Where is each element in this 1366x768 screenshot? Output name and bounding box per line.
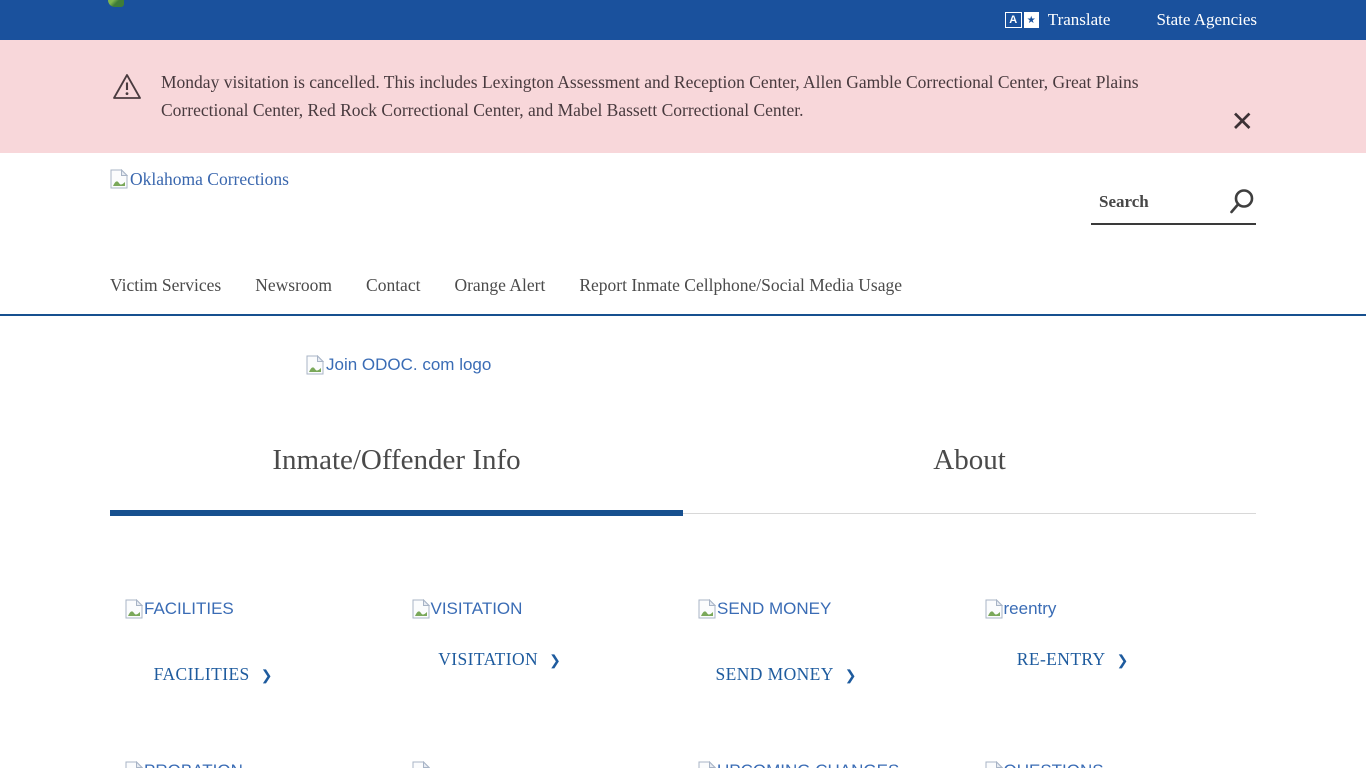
site-logo-link[interactable]: Oklahoma Corrections [110, 169, 289, 194]
nav-item-orange-alert[interactable]: Orange Alert [454, 275, 545, 296]
warning-icon [112, 73, 142, 105]
search-icon [1227, 187, 1256, 216]
nav-item-contact[interactable]: Contact [366, 275, 420, 296]
card-visitation-image-link[interactable]: VISITATION [397, 599, 684, 624]
broken-image-icon [412, 761, 430, 768]
main-navigation: Victim Services Newsroom Contact Orange … [110, 275, 902, 296]
visitation-link[interactable]: VISITATION ❯ [397, 649, 604, 670]
active-tab-indicator [110, 510, 683, 516]
state-logo-partial-icon [108, 0, 124, 7]
site-header: Oklahoma Corrections Victim Services New… [0, 153, 1366, 316]
tab-about[interactable]: About [683, 444, 1256, 510]
card-probation-parole-image-link[interactable]: PROBATION & PAROLE [110, 761, 397, 768]
broken-image-icon [125, 761, 143, 768]
translate-label: Translate [1048, 10, 1111, 30]
search-box [1091, 187, 1256, 225]
alert-message: Monday visitation is cancelled. This inc… [161, 69, 1181, 124]
card-upcoming-changes: UPCOMING CHANGES [683, 761, 970, 768]
card-probation-parole: PROBATION & PAROLE [110, 761, 397, 768]
broken-image-icon [306, 355, 324, 380]
translate-icon-letter: A [1005, 12, 1022, 28]
translate-button[interactable]: A ★ Translate [1005, 10, 1111, 30]
visitation-link-label: VISITATION [438, 649, 538, 669]
site-logo-alt-text: Oklahoma Corrections [130, 169, 289, 190]
state-agencies-link[interactable]: State Agencies [1156, 10, 1257, 30]
card-image-alt-text: VISITATION [431, 599, 523, 619]
re-entry-link[interactable]: RE-ENTRY ❯ [970, 649, 1177, 670]
alert-banner: Monday visitation is cancelled. This inc… [0, 40, 1366, 153]
broken-image-icon [698, 761, 716, 768]
broken-image-icon [698, 599, 716, 624]
join-odoc-logo-alt-text: Join ODOC. com logo [326, 355, 491, 375]
card-re-entry: reentry RE-ENTRY ❯ [970, 599, 1257, 685]
card-re-entry-image-link[interactable]: reentry [970, 599, 1257, 624]
nav-item-report-cellphone[interactable]: Report Inmate Cellphone/Social Media Usa… [579, 275, 902, 296]
facilities-link-label: FACILITIES [154, 664, 250, 684]
chevron-right-icon: ❯ [549, 654, 561, 669]
main-content: Join ODOC. com logo Inmate/Offender Info… [0, 316, 1366, 768]
card-visitation: VISITATION VISITATION ❯ [397, 599, 684, 685]
card-image-alt-text: QUESTIONS [1004, 761, 1104, 768]
card-unlabeled-image-link[interactable] [397, 761, 684, 768]
join-odoc-logo-link[interactable]: Join ODOC. com logo [306, 355, 491, 380]
facilities-link[interactable]: FACILITIES ❯ [110, 664, 317, 685]
broken-image-icon [125, 599, 143, 624]
send-money-link[interactable]: SEND MONEY ❯ [683, 664, 890, 685]
card-image-alt-text: UPCOMING CHANGES [717, 761, 899, 768]
card-facilities-image-link[interactable]: FACILITIES [110, 599, 397, 624]
broken-image-icon [412, 599, 430, 624]
broken-image-icon [110, 169, 128, 194]
close-icon[interactable]: ✕ [1231, 108, 1254, 136]
card-facilities: FACILITIES FACILITIES ❯ [110, 599, 397, 685]
search-button[interactable] [1227, 187, 1256, 223]
tab-inmate-offender-info[interactable]: Inmate/Offender Info [110, 444, 683, 510]
tab-underline [110, 510, 1256, 516]
card-send-money: SEND MONEY SEND MONEY ❯ [683, 599, 970, 685]
card-questions-image-link[interactable]: QUESTIONS [970, 761, 1257, 768]
inactive-tab-divider [683, 513, 1256, 514]
search-input[interactable] [1091, 192, 1227, 218]
card-questions: QUESTIONS [970, 761, 1257, 768]
nav-item-newsroom[interactable]: Newsroom [255, 275, 332, 296]
card-send-money-image-link[interactable]: SEND MONEY [683, 599, 970, 624]
nav-item-victim-services[interactable]: Victim Services [110, 275, 221, 296]
card-image-alt-text: FACILITIES [144, 599, 234, 619]
card-image-alt-text: PROBATION & PAROLE [144, 761, 248, 768]
translate-icon: A ★ [1005, 12, 1039, 28]
card-image-alt-text: reentry [1004, 599, 1057, 619]
translate-icon-star: ★ [1024, 12, 1039, 28]
card-image-alt-text: SEND MONEY [717, 599, 831, 619]
card-upcoming-changes-image-link[interactable]: UPCOMING CHANGES [683, 761, 970, 768]
broken-image-icon [985, 761, 1003, 768]
card-grid-row2: PROBATION & PAROLE [110, 761, 1256, 768]
re-entry-link-label: RE-ENTRY [1017, 649, 1106, 669]
tab-bar: Inmate/Offender Info About [110, 444, 1256, 510]
top-utility-bar: A ★ Translate State Agencies [0, 0, 1366, 40]
chevron-right-icon: ❯ [261, 669, 273, 684]
card-unlabeled [397, 761, 684, 768]
card-grid-row1: FACILITIES FACILITIES ❯ VISITATION VISITA… [110, 599, 1256, 685]
send-money-link-label: SEND MONEY [716, 664, 834, 684]
broken-image-icon [985, 599, 1003, 624]
chevron-right-icon: ❯ [1117, 654, 1129, 669]
chevron-right-icon: ❯ [845, 669, 857, 684]
